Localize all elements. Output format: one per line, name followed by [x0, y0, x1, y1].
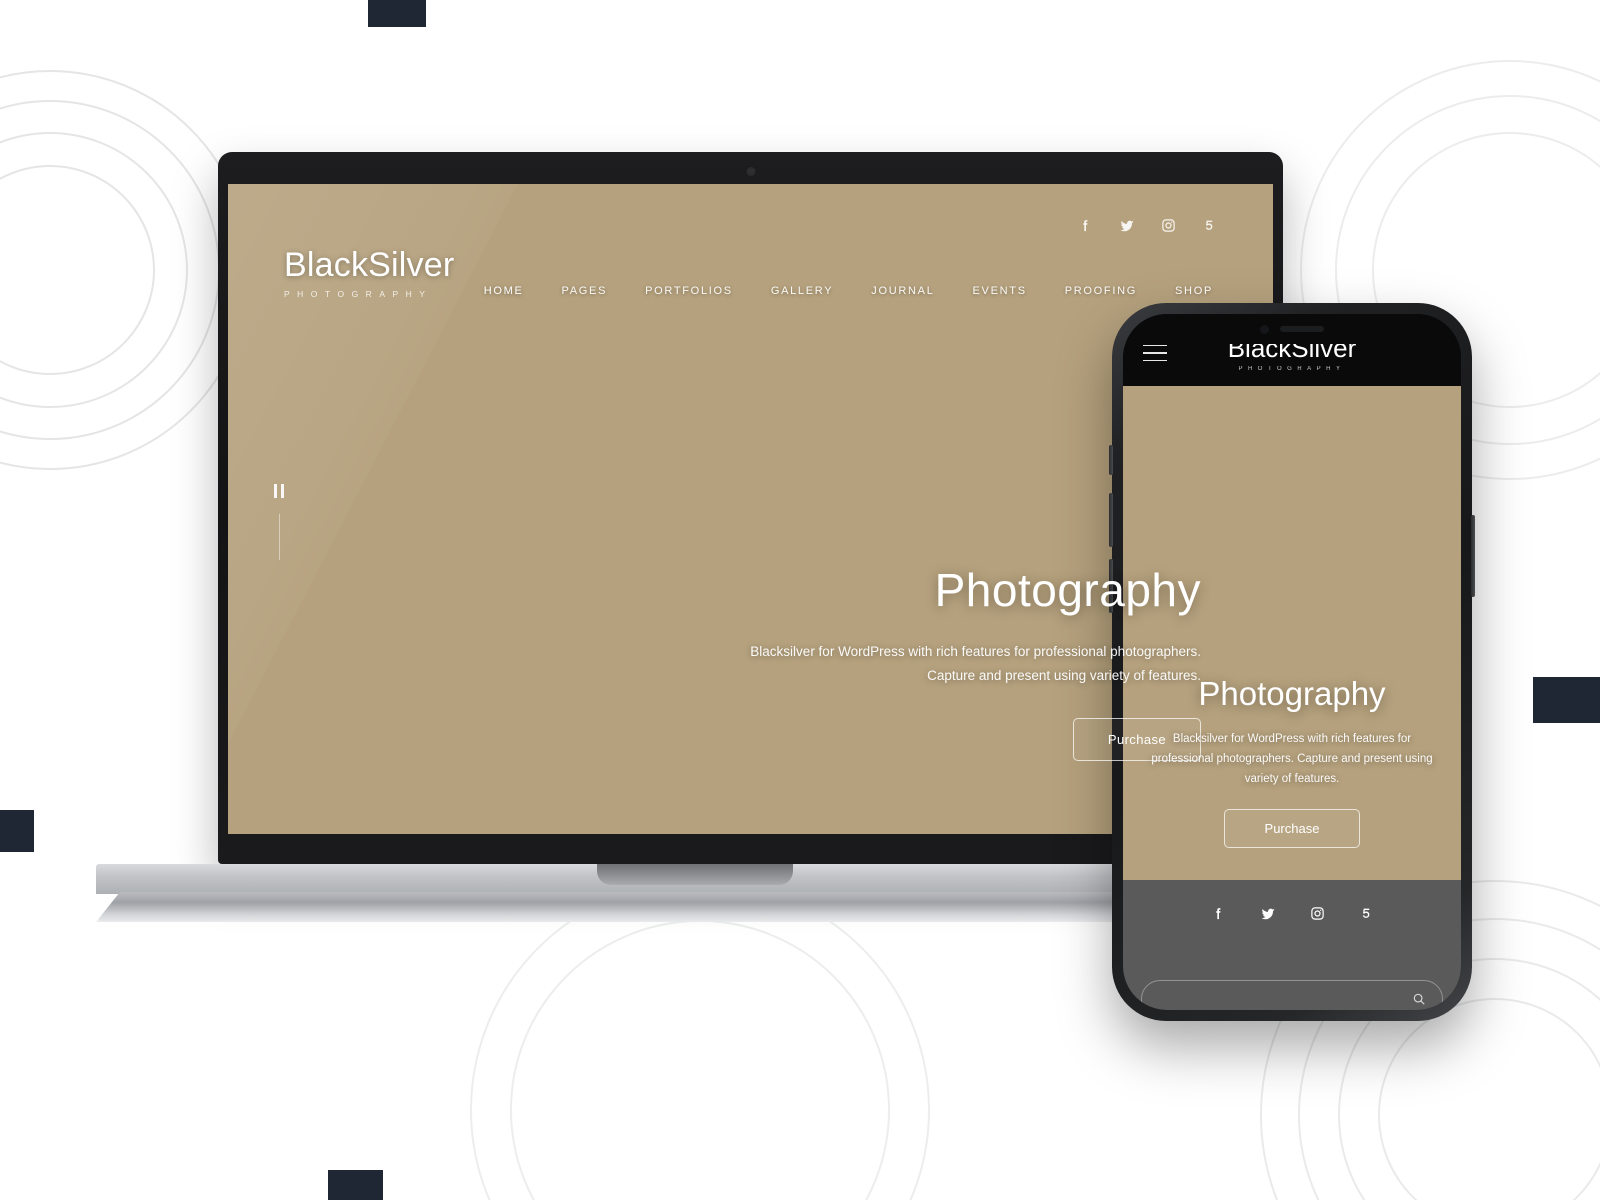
- hero-title: Photography: [1198, 674, 1386, 712]
- desktop-social-links: [284, 218, 1217, 234]
- five-hundred-px-icon[interactable]: [1359, 906, 1374, 922]
- phone-hero: Photography Blacksilver for WordPress wi…: [1123, 675, 1461, 848]
- facebook-icon[interactable]: [1211, 906, 1226, 922]
- slider-progress-line: [278, 514, 280, 560]
- nav-item-pages[interactable]: PAGES: [562, 285, 608, 297]
- desktop-logo[interactable]: BlackSilver PHOTOGRAPHY: [284, 248, 454, 299]
- nav-item-events[interactable]: EVENTS: [973, 285, 1027, 297]
- decorative-square-bottom: [328, 1170, 383, 1200]
- phone-front-camera-icon: [1260, 324, 1269, 334]
- phone-social-links: [1211, 906, 1374, 922]
- search-input[interactable]: [1158, 992, 1412, 1006]
- phone-earpiece-speaker: [1280, 326, 1324, 332]
- hero-title: Photography: [934, 564, 1201, 616]
- decorative-square-left: [0, 810, 34, 852]
- nav-item-gallery[interactable]: GALLERY: [771, 285, 833, 297]
- laptop-lid-notch: [597, 864, 793, 885]
- hero-description: Blacksilver for WordPress with rich feat…: [1151, 732, 1433, 785]
- decorative-square-right: [1533, 677, 1600, 723]
- logo-tagline: PHOTOGRAPHY: [284, 289, 433, 299]
- laptop-webcam-icon: [745, 166, 756, 177]
- phone-volume-up-button[interactable]: [1109, 493, 1113, 547]
- five-hundred-px-icon[interactable]: [1202, 218, 1217, 234]
- nav-item-portfolios[interactable]: PORTFOLIOS: [645, 285, 733, 297]
- decorative-square-top: [368, 0, 426, 27]
- phone-notch: [1208, 314, 1376, 344]
- slider-pause-button[interactable]: [274, 484, 284, 498]
- desktop-site-header: BlackSilver PHOTOGRAPHY HOME PAGES PORTF…: [228, 184, 1273, 301]
- twitter-icon[interactable]: [1260, 906, 1276, 922]
- phone-search-bar[interactable]: [1141, 980, 1443, 1010]
- nav-item-home[interactable]: HOME: [484, 285, 524, 297]
- nav-item-proofing[interactable]: PROOFING: [1065, 285, 1137, 297]
- instagram-icon[interactable]: [1310, 906, 1325, 922]
- phone-silent-switch[interactable]: [1109, 445, 1113, 475]
- nav-item-shop[interactable]: SHOP: [1175, 285, 1213, 297]
- phone-power-button[interactable]: [1471, 515, 1475, 597]
- decorative-rings-bottom-center: [470, 880, 930, 1200]
- nav-item-journal[interactable]: JOURNAL: [871, 285, 934, 297]
- search-icon[interactable]: [1412, 992, 1426, 1006]
- instagram-icon[interactable]: [1161, 218, 1176, 234]
- slider-controls: [274, 484, 284, 576]
- hamburger-menu-icon[interactable]: [1143, 344, 1167, 362]
- logo-text: BlackSilver: [284, 246, 455, 284]
- facebook-icon[interactable]: [1078, 218, 1093, 234]
- twitter-icon[interactable]: [1119, 218, 1135, 234]
- phone-site-footer: [1123, 880, 1461, 1010]
- logo-tagline: PHOTOGRAPHY: [1238, 365, 1346, 372]
- purchase-button[interactable]: Purchase: [1223, 809, 1361, 848]
- desktop-main-nav: HOME PAGES PORTFOLIOS GALLERY JOURNAL EV…: [484, 285, 1213, 301]
